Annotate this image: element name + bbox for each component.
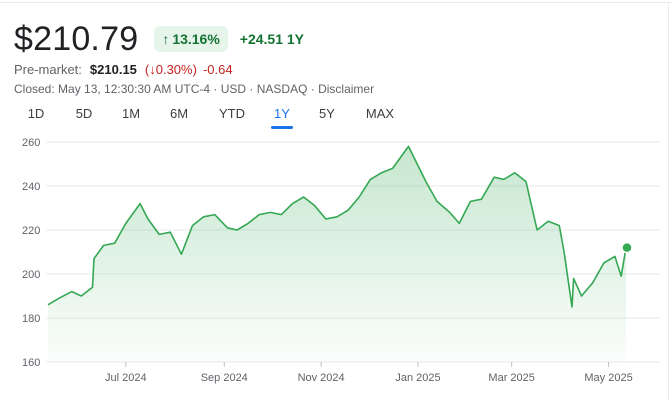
y-tick-label: 240 — [22, 181, 40, 193]
current-price: $210.79 — [14, 20, 139, 58]
y-tick-label: 220 — [22, 225, 40, 237]
top-border — [0, 2, 672, 3]
arrow-up-icon: ↑ — [162, 31, 170, 47]
tab-6m[interactable]: 6M — [170, 106, 188, 121]
x-axis-ticks — [125, 362, 610, 367]
tab-1d[interactable]: 1D — [28, 106, 45, 121]
current-price-dot — [621, 241, 633, 254]
x-tick-label: Jul 2024 — [105, 372, 147, 384]
tab-1m[interactable]: 1M — [122, 106, 140, 121]
y-tick-label: 180 — [22, 313, 40, 325]
change-percent-badge: ↑ 13.16% — [154, 26, 228, 52]
x-axis-labels: Jul 2024 Sep 2024 Nov 2024 Jan 2025 Mar 2025… — [105, 372, 633, 384]
x-tick-label: Sep 2024 — [201, 372, 248, 384]
y-axis-labels: 160 180 200 220 240 260 — [22, 137, 40, 369]
market-status-text: Closed: May 13, 12:30:30 AM UTC-4 · USD … — [14, 82, 375, 96]
price-chart[interactable]: 160 180 200 220 240 260 Jul 2024 Sep 2024 Nov 2… — [0, 130, 660, 400]
quote-header: $210.79 ↑ 13.16% +24.51 1Y — [14, 18, 304, 60]
premarket-price: $210.15 — [89, 62, 137, 77]
premarket-row: Pre-market: $210.15 (↓0.30%) -0.64 — [14, 62, 233, 77]
active-tab-indicator — [271, 126, 293, 129]
premarket-change-percent: (↓0.30%) — [144, 62, 197, 77]
x-tick-label: May 2025 — [584, 372, 632, 384]
tab-1y[interactable]: 1Y — [274, 106, 290, 121]
price-area-fill — [48, 146, 626, 362]
tab-ytd[interactable]: YTD — [219, 106, 245, 121]
y-tick-label: 160 — [22, 357, 40, 369]
change-absolute-value: +24.51 1Y — [239, 31, 305, 47]
tab-max[interactable]: MAX — [366, 106, 394, 121]
y-tick-label: 200 — [22, 269, 40, 281]
y-tick-label: 260 — [22, 137, 40, 149]
tab-5d[interactable]: 5D — [76, 106, 93, 121]
tab-5y[interactable]: 5Y — [319, 106, 335, 121]
x-tick-label: Jan 2025 — [395, 372, 440, 384]
right-border — [668, 2, 669, 400]
x-tick-label: Mar 2025 — [488, 372, 534, 384]
x-tick-label: Nov 2024 — [298, 372, 345, 384]
premarket-change-absolute: -0.64 — [202, 62, 233, 77]
premarket-label: Pre-market: — [14, 62, 82, 77]
change-percent-value: 13.16% — [172, 31, 220, 47]
